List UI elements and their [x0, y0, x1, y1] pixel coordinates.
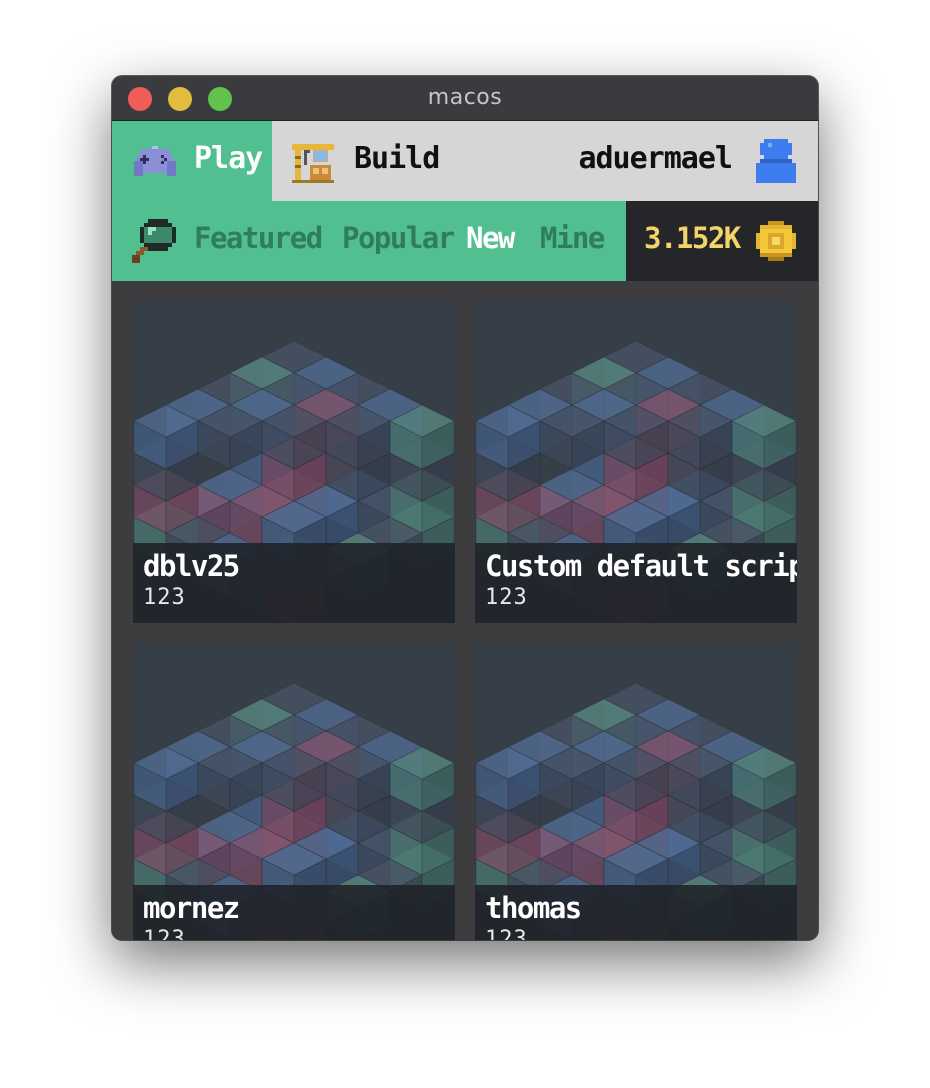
tab-build[interactable]: Build [272, 121, 442, 201]
game-count: 123 [485, 927, 528, 940]
tab-build-label: Build [354, 141, 440, 176]
game-card[interactable]: mornez 123 [133, 643, 455, 940]
magnifier-icon[interactable] [132, 219, 176, 263]
game-card[interactable]: dblv25 123 [133, 301, 455, 623]
user-avatar-icon[interactable] [756, 139, 796, 183]
game-card-caption: Custom default script 123 [475, 543, 797, 623]
game-card-caption: dblv25 123 [133, 543, 455, 623]
filter-featured[interactable]: Featured [194, 221, 323, 255]
app-content: Play Build aduermael Featured Popular Ne… [112, 121, 818, 940]
game-title: mornez [143, 891, 240, 925]
tab-play-label: Play [194, 141, 263, 176]
filter-bar: Featured Popular New Mine [112, 201, 626, 281]
window-title: macos [427, 85, 503, 110]
game-card[interactable]: thomas 123 [475, 643, 797, 940]
coin-icon [756, 221, 796, 261]
game-title: Custom default script [485, 549, 797, 583]
game-count: 123 [143, 585, 186, 610]
coin-balance[interactable]: 3.152K [626, 201, 818, 281]
app-window: macos Play Build aduermael Featured Popu… [112, 76, 818, 940]
game-card-caption: mornez 123 [133, 885, 455, 940]
tab-play[interactable]: Play [112, 121, 272, 201]
game-title: thomas [485, 891, 582, 925]
coin-amount: 3.152K [644, 221, 741, 255]
filter-mine[interactable]: Mine [540, 221, 605, 255]
filter-popular[interactable]: Popular [342, 221, 455, 255]
gamepad-icon [134, 146, 176, 176]
filter-new[interactable]: New [466, 221, 515, 255]
game-card-caption: thomas 123 [475, 885, 797, 940]
game-grid: dblv25 123 Custom default script 123 mor… [112, 281, 818, 940]
crane-icon [292, 144, 334, 183]
title-bar[interactable]: macos [112, 76, 818, 121]
game-count: 123 [143, 927, 186, 940]
game-title: dblv25 [143, 549, 240, 583]
game-card[interactable]: Custom default script 123 [475, 301, 797, 623]
game-count: 123 [485, 585, 528, 610]
mode-bar: Play Build aduermael [112, 121, 818, 201]
username[interactable]: aduermael [578, 141, 733, 176]
